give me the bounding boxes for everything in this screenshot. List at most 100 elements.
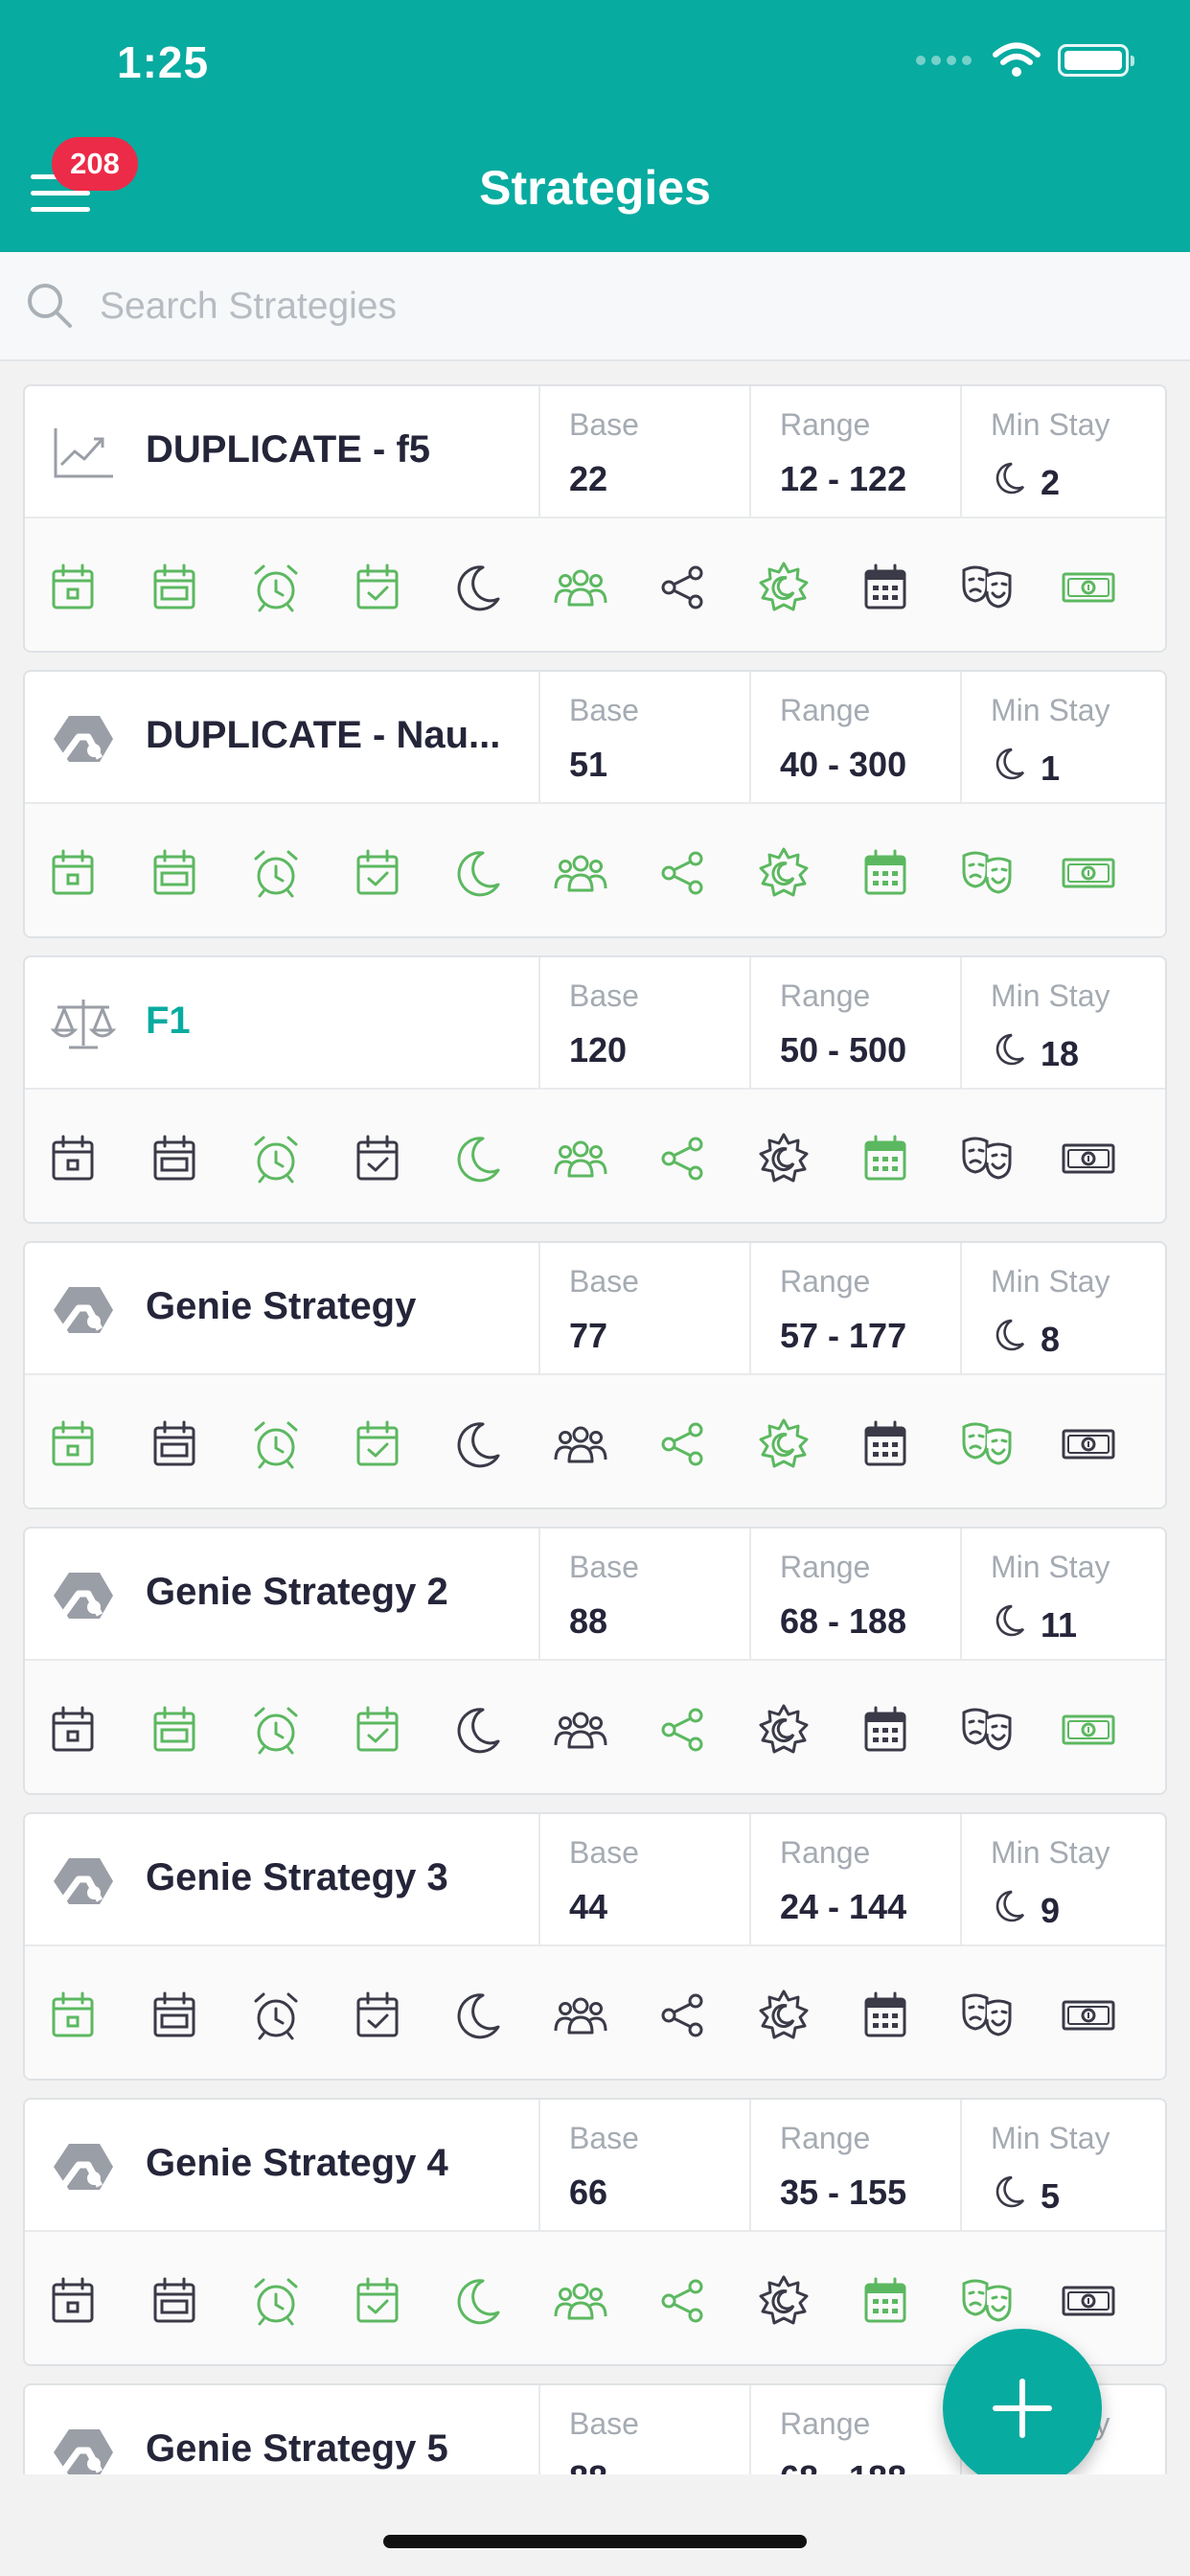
search-input[interactable]	[100, 273, 1154, 340]
strategy-card[interactable]: DUPLICATE - Nau... Base 51 Range 40 - 300 M…	[23, 670, 1167, 938]
calendar-grid-icon[interactable]	[857, 2272, 914, 2330]
moon-icon[interactable]	[450, 1987, 508, 2044]
base-price-label: Base	[569, 2406, 639, 2441]
money-icon[interactable]	[1060, 1987, 1117, 2044]
moon-icon	[991, 1887, 1029, 1934]
share-icon[interactable]	[653, 559, 711, 616]
calendar-grid-icon[interactable]	[857, 1701, 914, 1759]
calendar-check-icon[interactable]	[349, 1987, 406, 2044]
calendar-check-icon[interactable]	[349, 844, 406, 902]
calendar-check-icon[interactable]	[349, 1415, 406, 1473]
calendar-card-icon[interactable]	[146, 1130, 203, 1187]
theater-masks-icon[interactable]	[958, 1415, 1016, 1473]
share-icon[interactable]	[653, 1701, 711, 1759]
people-icon[interactable]	[552, 2272, 609, 2330]
calendar-check-icon[interactable]	[349, 559, 406, 616]
calendar-check-icon[interactable]	[349, 1701, 406, 1759]
strategy-card[interactable]: Genie Strategy Base 77 Range 57 - 177 Min S…	[23, 1241, 1167, 1509]
alarm-clock-icon[interactable]	[247, 1701, 305, 1759]
people-icon[interactable]	[552, 1130, 609, 1187]
base-price-value: 88	[569, 1601, 607, 1642]
calendar-icon[interactable]	[44, 1701, 102, 1759]
money-icon[interactable]	[1060, 2272, 1117, 2330]
strategy-card[interactable]: DUPLICATE - f5 Base 22 Range 12 - 122 Min S…	[23, 384, 1167, 653]
share-icon[interactable]	[653, 2272, 711, 2330]
share-icon[interactable]	[653, 1130, 711, 1187]
calendar-icon[interactable]	[44, 1415, 102, 1473]
min-stay-value: 5	[991, 2173, 1060, 2220]
calendar-grid-icon[interactable]	[857, 1987, 914, 2044]
money-icon[interactable]	[1060, 844, 1117, 902]
share-icon[interactable]	[653, 1415, 711, 1473]
calendar-grid-icon[interactable]	[857, 1415, 914, 1473]
alarm-clock-icon[interactable]	[247, 1130, 305, 1187]
calendar-card-icon[interactable]	[146, 1987, 203, 2044]
theater-masks-icon[interactable]	[958, 1130, 1016, 1187]
people-icon[interactable]	[552, 1701, 609, 1759]
calendar-card-icon[interactable]	[146, 1415, 203, 1473]
weather-icon[interactable]	[755, 844, 812, 902]
theater-masks-icon[interactable]	[958, 844, 1016, 902]
calendar-check-icon[interactable]	[349, 2272, 406, 2330]
price-range-value: 68 - 188	[780, 1601, 906, 1642]
moon-icon[interactable]	[450, 1130, 508, 1187]
alarm-clock-icon[interactable]	[247, 844, 305, 902]
moon-icon[interactable]	[450, 1701, 508, 1759]
signal-icon	[916, 56, 972, 65]
moon-icon	[991, 1316, 1029, 1363]
moon-icon[interactable]	[450, 559, 508, 616]
calendar-grid-icon[interactable]	[857, 844, 914, 902]
price-range-label: Range	[780, 1835, 871, 1870]
theater-masks-icon[interactable]	[958, 1701, 1016, 1759]
base-price-text: 88	[569, 2458, 607, 2474]
moon-icon[interactable]	[450, 1415, 508, 1473]
weather-icon[interactable]	[755, 1415, 812, 1473]
strategy-name-cell: DUPLICATE - f5	[25, 386, 538, 517]
price-range-cell: Range 50 - 500	[749, 957, 960, 1088]
calendar-icon[interactable]	[44, 844, 102, 902]
strategy-card[interactable]: Genie Strategy 4 Base 66 Range 35 - 155 Min…	[23, 2098, 1167, 2366]
moon-icon[interactable]	[450, 2272, 508, 2330]
weather-icon[interactable]	[755, 1130, 812, 1187]
moon-icon[interactable]	[450, 844, 508, 902]
money-icon[interactable]	[1060, 559, 1117, 616]
people-icon[interactable]	[552, 1987, 609, 2044]
weather-icon[interactable]	[755, 1701, 812, 1759]
calendar-icon[interactable]	[44, 559, 102, 616]
alarm-clock-icon[interactable]	[247, 1987, 305, 2044]
calendar-grid-icon[interactable]	[857, 1130, 914, 1187]
calendar-card-icon[interactable]	[146, 1701, 203, 1759]
people-icon[interactable]	[552, 559, 609, 616]
alarm-clock-icon[interactable]	[247, 2272, 305, 2330]
calendar-icon[interactable]	[44, 1130, 102, 1187]
share-icon[interactable]	[653, 844, 711, 902]
strategy-name: Genie Strategy 4	[146, 2142, 448, 2184]
share-icon[interactable]	[653, 1987, 711, 2044]
people-icon[interactable]	[552, 844, 609, 902]
money-icon[interactable]	[1060, 1701, 1117, 1759]
calendar-grid-icon[interactable]	[857, 559, 914, 616]
strategy-card[interactable]: F1 Base 120 Range 50 - 500 Min Stay 18	[23, 955, 1167, 1224]
calendar-icon[interactable]	[44, 1987, 102, 2044]
weather-icon[interactable]	[755, 559, 812, 616]
calendar-card-icon[interactable]	[146, 844, 203, 902]
weather-icon[interactable]	[755, 2272, 812, 2330]
weather-icon[interactable]	[755, 1987, 812, 2044]
money-icon[interactable]	[1060, 1130, 1117, 1187]
theater-masks-icon[interactable]	[958, 1987, 1016, 2044]
min-stay-label: Min Stay	[991, 1835, 1110, 1870]
alarm-clock-icon[interactable]	[247, 1415, 305, 1473]
alarm-clock-icon[interactable]	[247, 559, 305, 616]
base-price-value: 77	[569, 1316, 607, 1356]
calendar-card-icon[interactable]	[146, 559, 203, 616]
theater-masks-icon[interactable]	[958, 559, 1016, 616]
calendar-check-icon[interactable]	[349, 1130, 406, 1187]
calendar-card-icon[interactable]	[146, 2272, 203, 2330]
theater-masks-icon[interactable]	[958, 2272, 1016, 2330]
calendar-icon[interactable]	[44, 2272, 102, 2330]
strategy-card[interactable]: Genie Strategy 2 Base 88 Range 68 - 188 Min…	[23, 1527, 1167, 1795]
money-icon[interactable]	[1060, 1415, 1117, 1473]
people-icon[interactable]	[552, 1415, 609, 1473]
strategy-card[interactable]: Genie Strategy 3 Base 44 Range 24 - 144 Min…	[23, 1812, 1167, 2081]
add-strategy-button[interactable]	[943, 2329, 1102, 2488]
